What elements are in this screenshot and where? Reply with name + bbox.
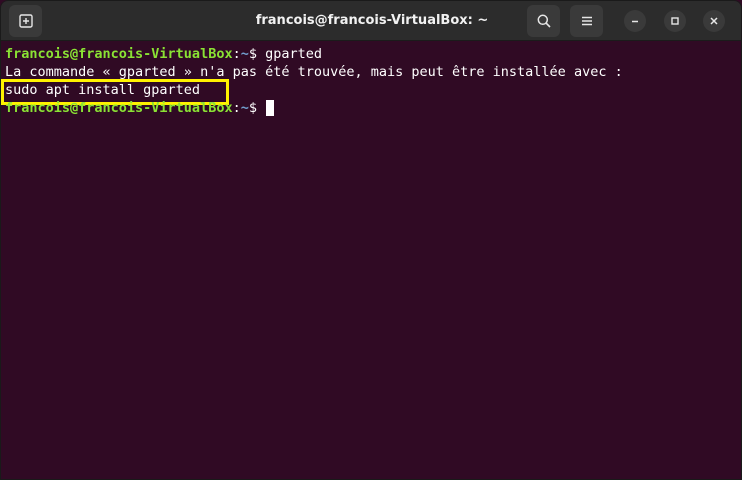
search-icon [536,13,552,29]
close-icon [709,16,719,26]
search-button[interactable] [527,5,560,37]
suggested-command: sudo apt install gparted [5,82,201,98]
close-button[interactable] [703,10,725,32]
prompt-user-host: francois@francois-VirtualBox [5,100,233,116]
minimize-button[interactable] [624,10,646,32]
prompt-colon: : [232,100,241,116]
prompt-colon: : [232,46,241,62]
terminal-window: francois@francois-VirtualBox: ~ francois… [0,0,742,480]
prompt-user-host: francois@francois-VirtualBox [5,46,233,62]
scrollbar[interactable] [735,41,741,479]
text-cursor [266,100,275,116]
terminal-line-suggestion: sudo apt install gparted [1,79,741,105]
terminal-line-command: francois@francois-VirtualBox:~$ gparted [5,45,741,63]
menu-button[interactable] [570,5,603,37]
maximize-icon [670,16,680,26]
title-bar[interactable]: francois@francois-VirtualBox: ~ [1,1,741,41]
maximize-button[interactable] [664,10,686,32]
hamburger-menu-icon [580,14,594,28]
entered-command: gparted [265,46,323,62]
prompt-dollar: $ [248,100,266,116]
prompt-dollar: $ [248,46,266,62]
terminal-output[interactable]: francois@francois-VirtualBox:~$ gparted … [1,41,741,479]
prompt-path: ~ [240,100,249,116]
terminal-line-prompt: francois@francois-VirtualBox:~$ [5,99,741,117]
terminal-line-error: La commande « gparted » n'a pas été trou… [5,64,623,80]
prompt-path: ~ [240,46,249,62]
minimize-icon [630,16,640,26]
